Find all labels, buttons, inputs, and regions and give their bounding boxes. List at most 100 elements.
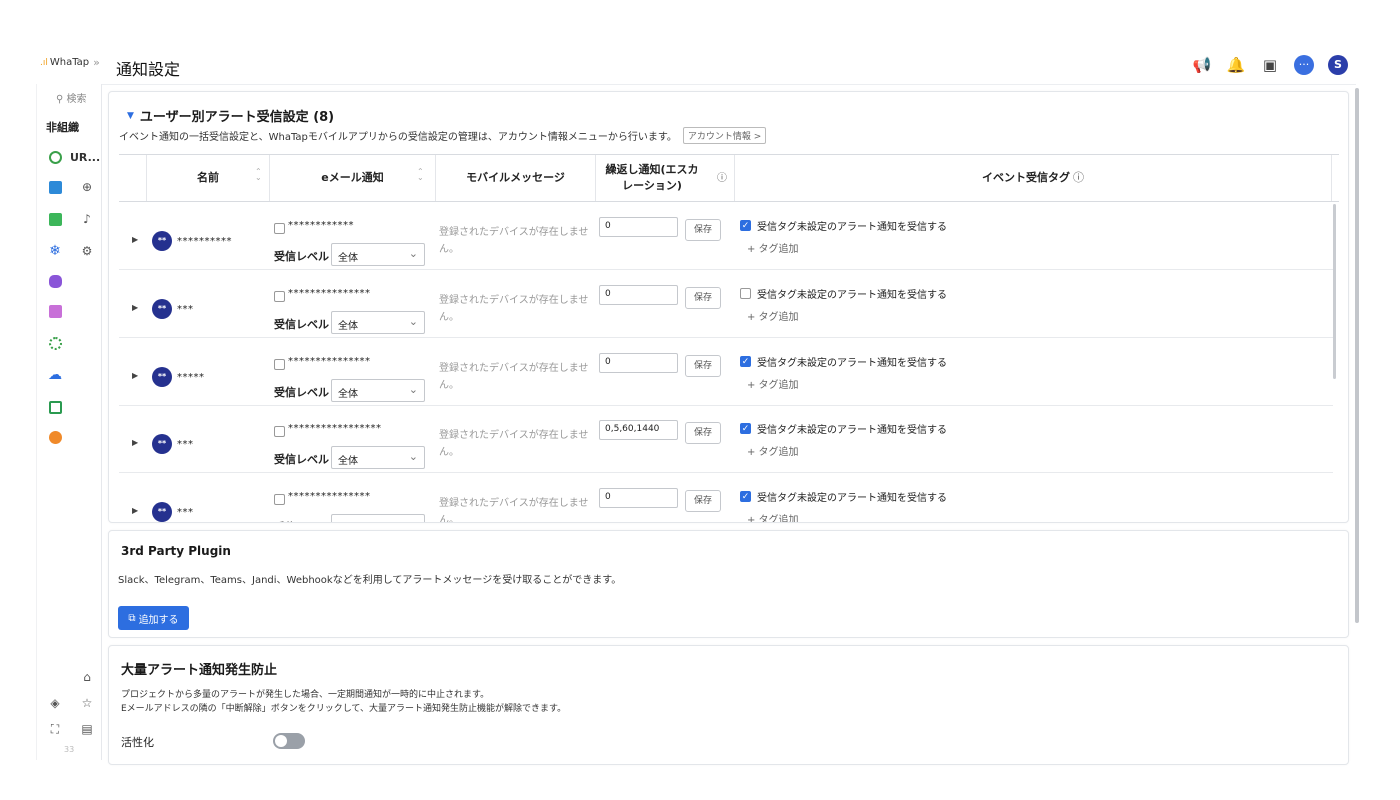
- bell-icon[interactable]: ♪: [78, 210, 96, 228]
- account-info-button[interactable]: アカウント情報 >: [682, 127, 767, 144]
- email-checkbox[interactable]: [274, 291, 285, 302]
- user-email: ***************: [288, 288, 371, 299]
- add-plugin-button[interactable]: ⧉ 追加する: [118, 606, 189, 630]
- tag-checkbox[interactable]: ✓: [740, 423, 751, 434]
- tag-checkbox[interactable]: ✓: [740, 220, 751, 231]
- table-row: ▶ ** *** *************** 受信レベル 全体⌄ 登録された…: [119, 271, 1333, 338]
- save-button[interactable]: 保存: [685, 287, 721, 309]
- email-checkbox[interactable]: [274, 426, 285, 437]
- email-checkbox[interactable]: [274, 359, 285, 370]
- save-button[interactable]: 保存: [685, 422, 721, 444]
- repeat-input[interactable]: 0,5,60,1440: [599, 420, 678, 440]
- section-title[interactable]: ▼ ユーザー別アラート受信設定 (8): [127, 106, 334, 125]
- column-name[interactable]: 名前: [147, 155, 269, 201]
- sort-icon[interactable]: ⌃ ⌄: [255, 168, 262, 182]
- save-button[interactable]: 保存: [685, 490, 721, 512]
- tag-checkbox[interactable]: ✓: [740, 356, 751, 367]
- calendar-icon[interactable]: ▣: [1260, 56, 1280, 74]
- chat-icon[interactable]: ···: [1294, 55, 1314, 75]
- star-icon[interactable]: ☆: [78, 694, 96, 712]
- save-button[interactable]: 保存: [685, 355, 721, 377]
- expand-row-icon[interactable]: ▶: [132, 303, 138, 312]
- top-toolbar: 📢 🔔 ▣ ··· S: [1192, 55, 1348, 75]
- column-divider: [595, 155, 596, 201]
- level-label: 受信レベル: [274, 386, 329, 399]
- toggle-knob: [275, 735, 287, 747]
- paint-bucket-icon[interactable]: ◈: [46, 694, 64, 712]
- chevron-down-icon: ⌄: [408, 383, 418, 396]
- activate-toggle[interactable]: [273, 733, 305, 749]
- section-title-text: ユーザー別アラート受信設定 (8): [139, 110, 335, 125]
- home-icon[interactable]: ⌂: [78, 668, 96, 686]
- brand-logo[interactable]: .ıl WhaTap »: [40, 56, 100, 69]
- network-icon[interactable]: [46, 334, 64, 352]
- page-scrollbar[interactable]: [1355, 88, 1359, 623]
- browser-icon[interactable]: [46, 398, 64, 416]
- add-tag-button[interactable]: + タグ追加: [747, 240, 799, 255]
- server-icon[interactable]: [46, 210, 64, 228]
- add-tag-button[interactable]: + タグ追加: [747, 511, 799, 522]
- database-icon[interactable]: [46, 272, 64, 290]
- globe-icon[interactable]: ⊕: [78, 178, 96, 196]
- level-label: 受信レベル: [274, 250, 329, 263]
- user-name: ***: [177, 439, 194, 450]
- project-globe-icon[interactable]: [46, 148, 64, 166]
- tag-checkbox-label: 受信タグ未設定のアラート通知を受信する: [757, 222, 947, 233]
- mobile-status: 登録されたデバイスが存在しません。: [439, 227, 589, 255]
- bell-icon[interactable]: 🔔: [1226, 56, 1246, 74]
- kubernetes-icon[interactable]: ❄: [46, 242, 64, 260]
- user-alert-settings-card: ▼ ユーザー別アラート受信設定 (8) イベント通知の一括受信設定と、WhaTa…: [108, 91, 1349, 523]
- add-tag-button[interactable]: + タグ追加: [747, 443, 799, 458]
- level-select[interactable]: 全体⌄: [331, 446, 425, 469]
- expand-row-icon[interactable]: ▶: [132, 235, 138, 244]
- page-title: 通知設定: [116, 60, 181, 79]
- user-name: ***: [177, 304, 194, 315]
- settings-icon[interactable]: ⚙: [78, 242, 96, 260]
- level-select[interactable]: 全体⌄: [331, 243, 425, 266]
- layout-icon[interactable]: ▤: [78, 720, 96, 738]
- cloud-icon[interactable]: ☁: [46, 366, 64, 384]
- table-row: ▶ ** *** *************** 受信レベル 全体⌄ 登録された…: [119, 474, 1333, 522]
- repeat-input[interactable]: 0: [599, 217, 678, 237]
- table-scrollbar[interactable]: [1333, 204, 1336, 379]
- sidebar-search[interactable]: ⚲ 検索: [56, 90, 87, 105]
- fullscreen-icon[interactable]: ⛶: [46, 720, 64, 738]
- user-avatar[interactable]: S: [1328, 55, 1348, 75]
- add-tag-button[interactable]: + タグ追加: [747, 376, 799, 391]
- level-select[interactable]: 全体⌄: [331, 311, 425, 334]
- expand-row-icon[interactable]: ▶: [132, 506, 138, 515]
- plugin-icon[interactable]: [46, 428, 64, 446]
- add-tag-button[interactable]: + タグ追加: [747, 308, 799, 323]
- sort-icon[interactable]: ⌃ ⌄: [417, 168, 424, 182]
- tag-checkbox-label: 受信タグ未設定のアラート通知を受信する: [757, 425, 947, 436]
- info-icon[interactable]: ⓘ: [717, 174, 727, 184]
- repeat-input[interactable]: 0: [599, 353, 678, 373]
- expand-row-icon[interactable]: ▶: [132, 438, 138, 447]
- tag-checkbox[interactable]: ✓: [740, 491, 751, 502]
- collapse-triangle-icon[interactable]: ▼: [127, 111, 134, 121]
- mass-alert-title: 大量アラート通知発生防止: [121, 663, 278, 678]
- repeat-input[interactable]: 0: [599, 285, 678, 305]
- column-email[interactable]: eメール通知: [270, 155, 435, 201]
- user-name: **********: [177, 236, 232, 247]
- user-name: *****: [177, 372, 205, 383]
- project-label[interactable]: UR...: [70, 151, 100, 164]
- plugin-description: Slack、Telegram、Teams、Jandi、Webhookなどを利用し…: [118, 575, 622, 586]
- code-icon[interactable]: [46, 178, 64, 196]
- info-icon[interactable]: ⓘ: [1073, 170, 1084, 187]
- tag-checkbox[interactable]: [740, 288, 751, 299]
- log-icon[interactable]: [46, 302, 64, 320]
- email-checkbox[interactable]: [274, 223, 285, 234]
- expand-row-icon[interactable]: ▶: [132, 371, 138, 380]
- double-chevron-right-icon[interactable]: »: [93, 56, 100, 69]
- level-select[interactable]: 全体⌄: [331, 379, 425, 402]
- avatar: **: [152, 367, 172, 387]
- org-label[interactable]: 非組織: [46, 119, 79, 135]
- save-button[interactable]: 保存: [685, 219, 721, 241]
- mass-alert-description: プロジェクトから多量のアラートが発生した場合、一定期間通知が一時的に中止されます…: [121, 690, 567, 714]
- mobile-status: 登録されたデバイスが存在しません。: [439, 295, 589, 323]
- level-select[interactable]: 全体⌄: [331, 514, 425, 522]
- repeat-input[interactable]: 0: [599, 488, 678, 508]
- megaphone-icon[interactable]: 📢: [1192, 56, 1212, 74]
- email-checkbox[interactable]: [274, 494, 285, 505]
